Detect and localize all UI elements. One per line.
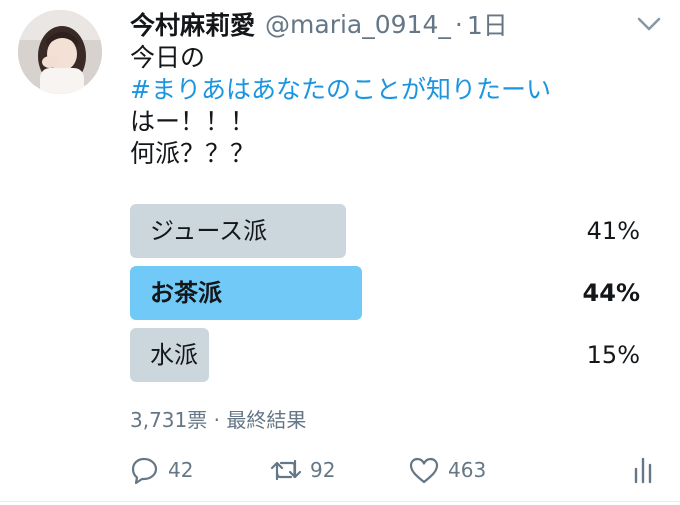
poll: ジュース派 41% お茶派 44% 水派 15% (130, 204, 640, 390)
tweet-line: 何派？？？ (130, 139, 256, 168)
poll-meta: 3,731票 · 最終結果 (130, 408, 307, 432)
reply-button[interactable]: 42 (130, 452, 193, 488)
tweet-line: 今日の (130, 43, 206, 72)
poll-option: 水派 15% (130, 328, 640, 382)
author-handle[interactable]: @maria_0914_ (265, 10, 451, 39)
poll-option-label: ジュース派 (150, 217, 268, 245)
avatar[interactable] (18, 10, 102, 94)
tweet-text: 今日の #まりあはあなたのことが知りたーい はー！！！ 何派？？？ (130, 42, 551, 170)
heart-icon (409, 457, 439, 484)
tweet-line: はー！！！ (130, 107, 256, 136)
reply-icon (131, 457, 158, 485)
poll-option-percent: 44% (582, 279, 640, 307)
chevron-down-icon[interactable] (636, 14, 662, 34)
header-separator: · (454, 9, 463, 39)
poll-option: ジュース派 41% (130, 204, 640, 258)
poll-option-label: お茶派 (150, 279, 222, 307)
like-button[interactable]: 463 (408, 452, 486, 488)
avatar-photo (18, 10, 102, 94)
reply-count: 42 (168, 458, 194, 482)
divider (0, 501, 680, 502)
tweet-actions: 42 92 463 (130, 452, 656, 488)
analytics-icon (634, 457, 652, 484)
hashtag-link[interactable]: #まりあはあなたのことが知りたーい (130, 74, 551, 106)
retweet-count: 92 (310, 458, 336, 482)
author-name[interactable]: 今村麻莉愛 (130, 6, 255, 42)
like-count: 463 (448, 458, 487, 482)
poll-option-percent: 15% (586, 341, 640, 369)
analytics-button[interactable] (632, 452, 654, 488)
poll-option-winner: お茶派 44% (130, 266, 640, 320)
retweet-icon (270, 459, 302, 481)
retweet-button[interactable]: 92 (270, 452, 335, 488)
tweet-time[interactable]: 1日 (467, 6, 508, 42)
poll-option-label: 水派 (150, 341, 198, 369)
poll-option-percent: 41% (586, 217, 640, 245)
tweet-header: 今村麻莉愛 @maria_0914_ · 1日 (130, 6, 508, 42)
